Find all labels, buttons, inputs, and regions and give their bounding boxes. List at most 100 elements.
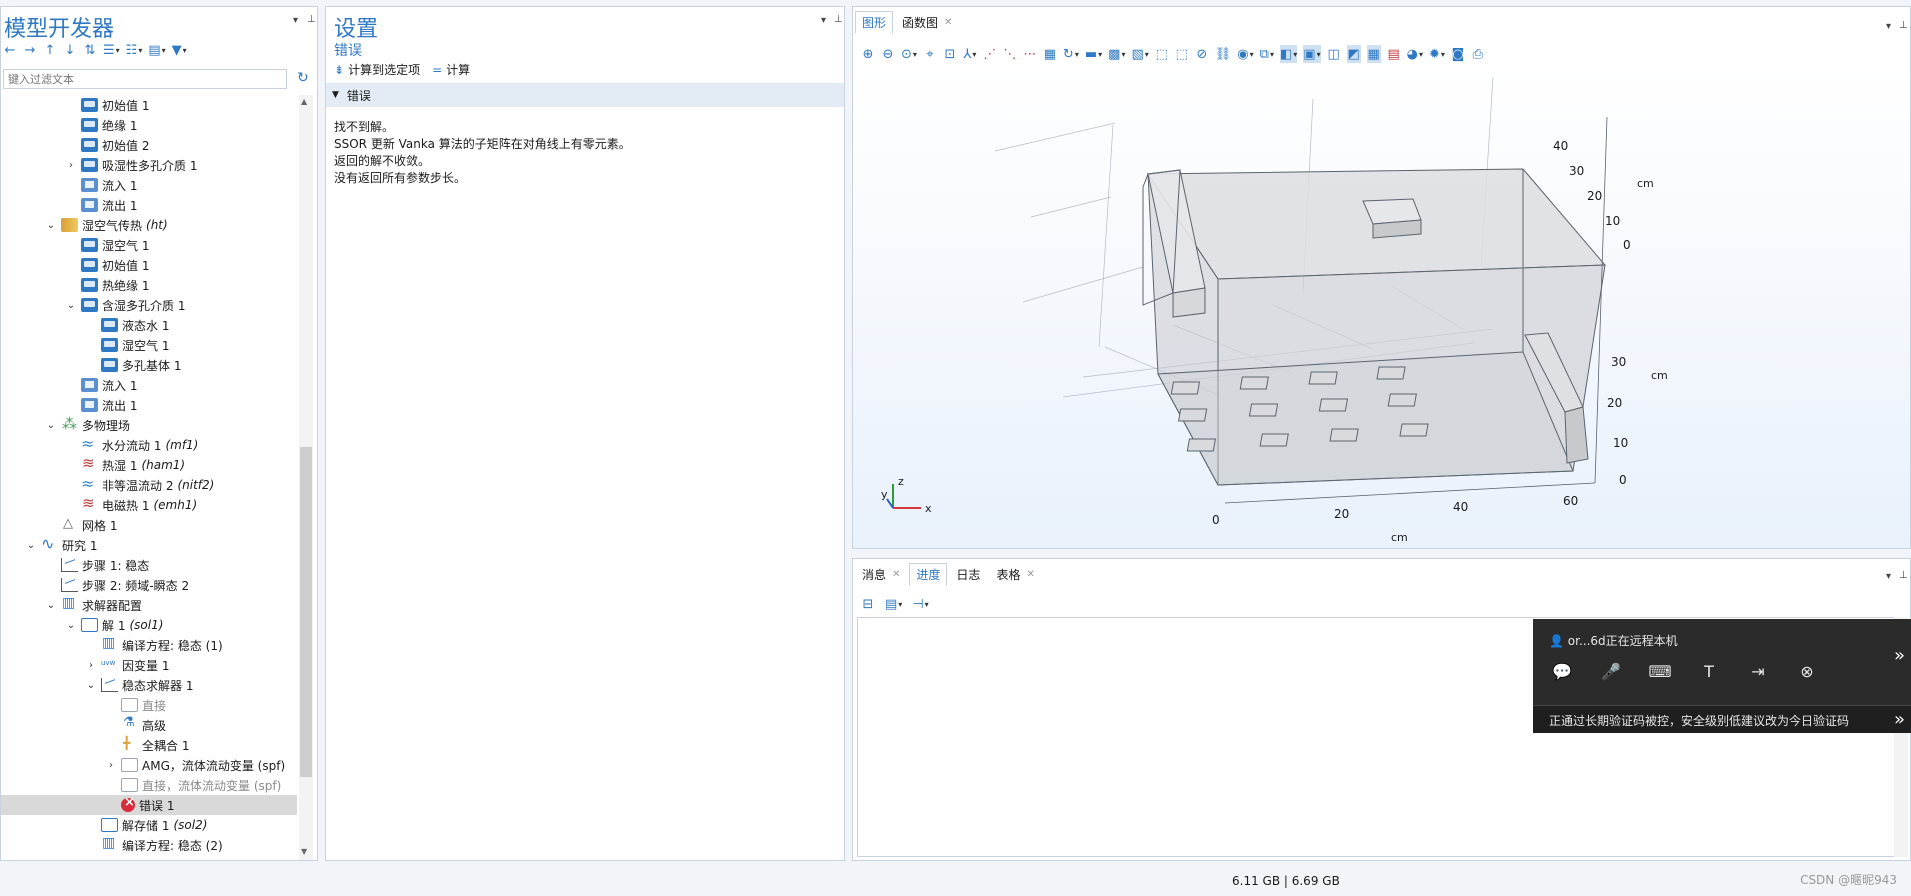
chevron-right-icon[interactable]: › <box>65 160 77 171</box>
chevron-down-icon[interactable]: ⌄ <box>85 680 97 691</box>
expand-icon[interactable]: » <box>1894 709 1905 730</box>
tree-item[interactable]: 编译方程: 稳态 (1) <box>1 635 297 655</box>
view-xy-icon[interactable]: ⋰ <box>983 45 997 63</box>
tree-item[interactable]: 湿空气 1 <box>1 335 297 355</box>
graphics-canvas[interactable]: 0 20 40 60 cm 0 10 20 30 40 cm 0 10 20 3… <box>853 67 1910 548</box>
tree-item[interactable]: ⌄ 多物理场 <box>1 415 297 435</box>
tree-item[interactable]: 错误 1 <box>1 795 297 815</box>
chevron-down-icon[interactable]: ⌄ <box>45 600 57 611</box>
zoom-extents-icon[interactable]: ⌖ <box>923 45 937 63</box>
render-mode-icon[interactable]: ▣ ▾ <box>1303 45 1321 63</box>
expand-icon[interactable]: ☷ ▾ <box>126 41 143 59</box>
panel-menu-icon[interactable]: ▾ <box>1886 21 1891 32</box>
tree-item[interactable]: 直接 <box>1 695 297 715</box>
tree-item[interactable]: › 因变量 1 <box>1 655 297 675</box>
tree-scroll-thumb[interactable] <box>300 447 312 777</box>
view-options-icon[interactable]: ▤ ▾ <box>885 595 902 613</box>
show-axes-icon[interactable]: ◩ <box>1346 45 1361 63</box>
tab-graphics[interactable]: 图形 <box>855 11 894 34</box>
pin-icon[interactable]: ⊥ <box>307 14 316 25</box>
screenshot-camera-icon[interactable]: ◙ <box>1451 45 1465 63</box>
tree-item[interactable]: 网格 1 <box>1 515 297 535</box>
view-xz-icon[interactable]: ⋯ <box>1023 45 1037 63</box>
hide-icon[interactable]: ⊘ <box>1195 45 1209 63</box>
back-arrow-icon[interactable]: ← <box>3 41 17 59</box>
tree-item[interactable]: 编译方程: 稳态 (2) <box>1 835 297 855</box>
transparency-icon[interactable]: ◧ ▾ <box>1279 45 1298 63</box>
compute-to-selected-button[interactable]: ⇟ 计算到选定项 <box>334 61 420 78</box>
tab-messages[interactable]: 消息 ✕ <box>855 563 907 586</box>
tree-item[interactable]: 电磁热 1(emh1) <box>1 494 297 515</box>
show-icon[interactable]: ⇅ <box>83 41 97 59</box>
zoom-box-icon[interactable]: ⊙ ▾ <box>901 45 917 63</box>
tree-item[interactable]: ⌄ 稳态求解器 1 <box>1 675 297 695</box>
close-icon[interactable]: ✕ <box>892 569 900 580</box>
tree-item[interactable]: ⌄ 解 1 (sol1) <box>1 615 297 635</box>
deselect-box-icon[interactable]: ⬚ <box>1175 45 1189 63</box>
collapse-icon[interactable]: ☰ ▾ <box>103 41 120 59</box>
tree-item[interactable]: 水分流动 1(mf1) <box>1 434 297 455</box>
tree-filter-input[interactable] <box>3 69 287 89</box>
tree-item[interactable]: 初始值 1 <box>1 255 297 275</box>
zoom-selection-icon[interactable]: ⊡ <box>943 45 957 63</box>
tree-item[interactable]: 步骤 1: 稳态 <box>1 555 297 575</box>
select-boundary-icon[interactable]: ▧ ▾ <box>1131 45 1148 63</box>
chevron-down-icon[interactable]: ⌄ <box>45 220 57 231</box>
microphone-icon[interactable]: 🎤 <box>1598 659 1624 683</box>
chevron-down-icon[interactable]: ⌄ <box>45 420 57 431</box>
close-icon[interactable]: ✕ <box>1026 569 1034 580</box>
camera-view-icon[interactable]: ▦ <box>1043 45 1057 63</box>
forward-arrow-icon[interactable]: → <box>23 41 37 59</box>
filter-icon[interactable]: ▼ ▾ <box>172 41 187 59</box>
tree-item[interactable]: 非等温流动 2(nitf2) <box>1 474 297 495</box>
rotate-icon[interactable]: ↻ ▾ <box>1063 45 1079 63</box>
compute-button[interactable]: = 计算 <box>432 61 470 78</box>
tree-item[interactable]: ⌄ 求解器配置 <box>1 595 297 615</box>
zoom-out-icon[interactable]: ⊖ <box>881 45 895 63</box>
tree-item[interactable]: 解存储 1 (sol2) <box>1 815 297 835</box>
move-up-icon[interactable]: ↑ <box>43 41 57 59</box>
chat-icon[interactable]: 💬 <box>1549 659 1575 683</box>
transfer-icon[interactable]: ⇥ <box>1745 659 1771 683</box>
select-object-icon[interactable]: ▬ ▾ <box>1085 45 1102 63</box>
chevron-right-icon[interactable]: › <box>85 660 97 671</box>
tree-item[interactable]: 直接，流体流动变量 (spf) <box>1 775 297 795</box>
tree-item[interactable]: 绝缘 1 <box>1 115 297 135</box>
tree-item[interactable]: ⌄ 湿空气传热 (ht) <box>1 215 297 235</box>
reset-icon[interactable]: ✹ ▾ <box>1429 45 1445 63</box>
text-icon[interactable]: T <box>1696 659 1722 683</box>
palette-icon[interactable]: ◕ ▾ <box>1407 45 1423 63</box>
tree-item[interactable]: 热湿 1(ham1) <box>1 454 297 475</box>
clear-icon[interactable]: ▤ <box>1387 45 1401 63</box>
chevron-down-icon[interactable]: ⌄ <box>65 300 77 311</box>
scroll-up-icon[interactable]: ▲ <box>301 97 307 106</box>
chevron-right-icon[interactable]: › <box>105 760 117 771</box>
tree-item[interactable]: 全耦合 1 <box>1 735 297 755</box>
wireframe-icon[interactable]: ⧉ ▾ <box>1260 45 1274 63</box>
tree-item[interactable]: 步骤 2: 频域-瞬态 2 <box>1 575 297 595</box>
zoom-in-icon[interactable]: ⊕ <box>861 45 875 63</box>
pin-icon[interactable]: ⊥ <box>1899 570 1908 581</box>
tree-item[interactable]: 流出 1 <box>1 395 297 415</box>
view-yz-icon[interactable]: ⋱ <box>1003 45 1017 63</box>
link-icon[interactable]: ⛓ <box>1215 45 1232 63</box>
tree-item[interactable]: 流入 1 <box>1 375 297 395</box>
error-section-header[interactable]: ▼ 错误 <box>326 83 844 107</box>
panel-menu-icon[interactable]: ▾ <box>821 15 826 26</box>
chevron-down-icon[interactable]: ⌄ <box>25 540 37 551</box>
disconnect-icon[interactable]: ⊗ <box>1794 659 1820 683</box>
expand-icon[interactable]: » <box>1894 645 1905 666</box>
axis-orientation-icon[interactable]: ⅄ ▾ <box>963 45 977 63</box>
close-icon[interactable]: ✕ <box>944 17 952 28</box>
select-box-icon[interactable]: ⬚ <box>1155 45 1169 63</box>
move-down-icon[interactable]: ↓ <box>63 41 77 59</box>
tree-item[interactable]: 流出 1 <box>1 195 297 215</box>
list-icon[interactable]: ▤ ▾ <box>148 41 165 59</box>
panel-menu-icon[interactable]: ▾ <box>1886 571 1891 582</box>
tree-item[interactable]: 流入 1 <box>1 175 297 195</box>
refresh-icon[interactable]: ↻ <box>297 70 309 86</box>
tab-table[interactable]: 表格 ✕ <box>989 563 1041 586</box>
tree-item[interactable]: 初始值 1 <box>1 95 297 115</box>
tree-item[interactable]: 液态水 1 <box>1 315 297 335</box>
tree-item[interactable]: 热绝缘 1 <box>1 275 297 295</box>
